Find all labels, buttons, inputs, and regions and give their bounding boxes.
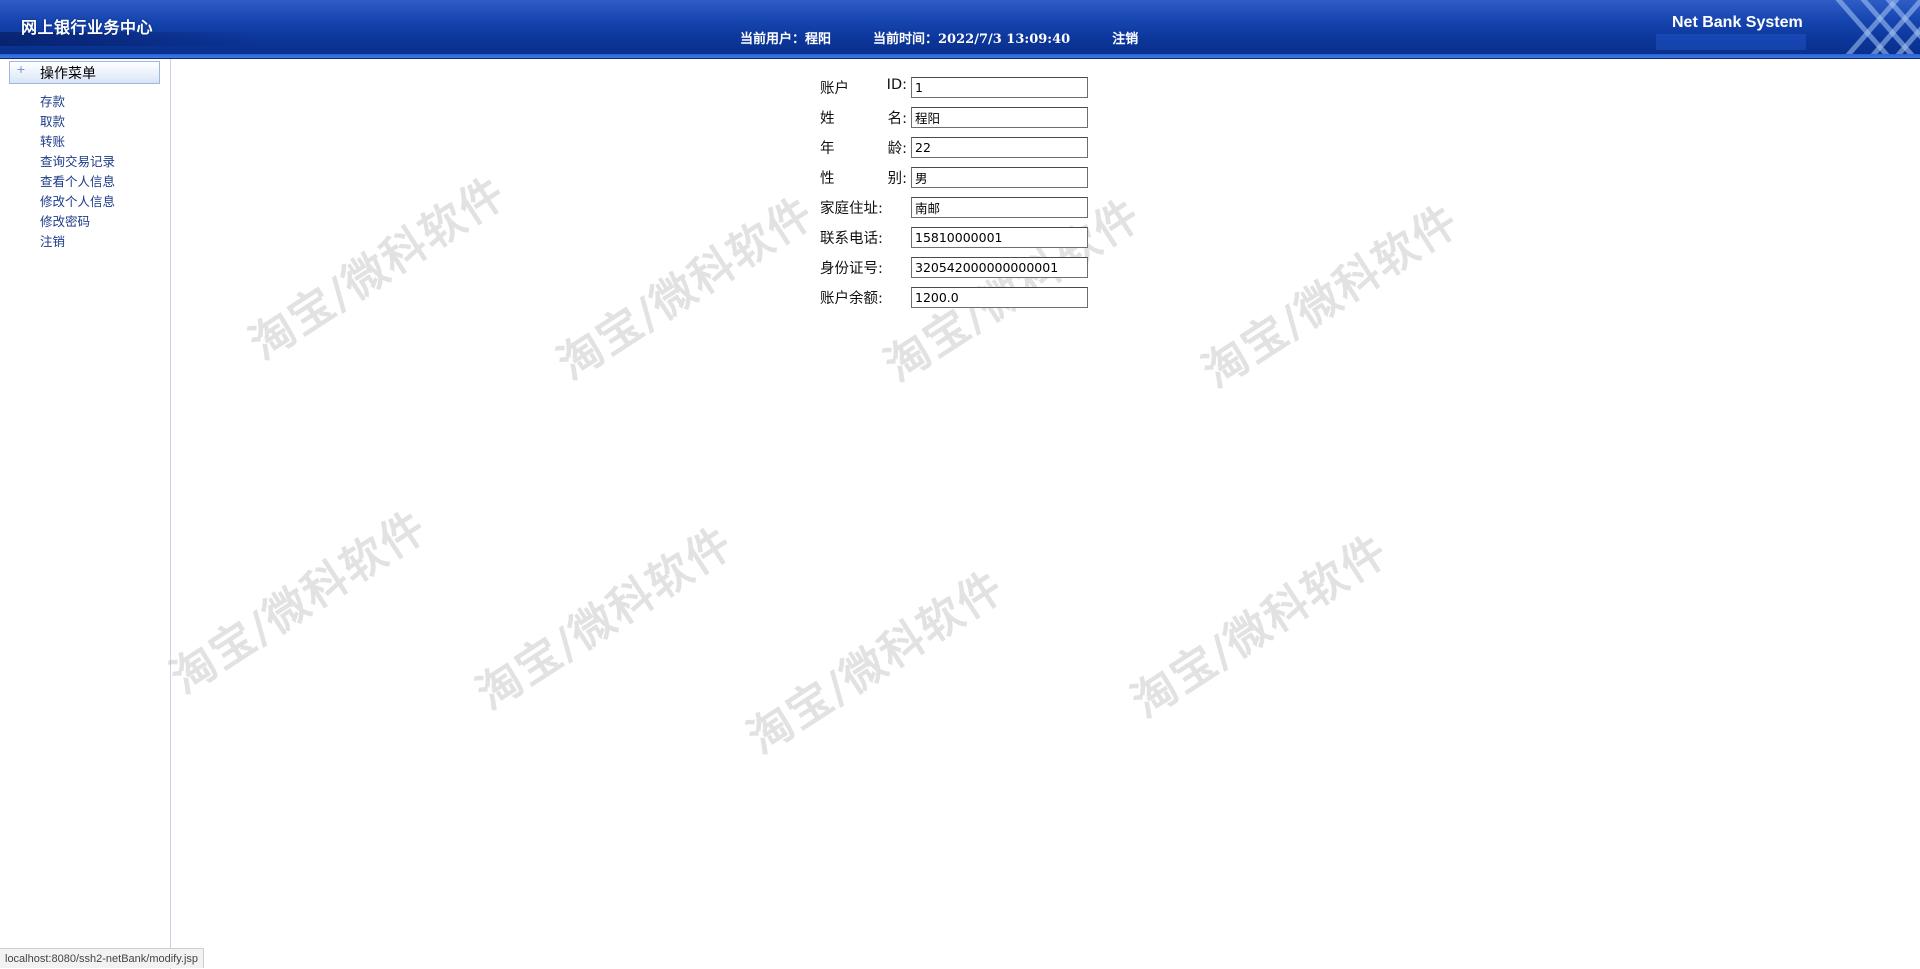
menu-item-logout[interactable]: 注销	[40, 232, 115, 252]
phone-input[interactable]	[911, 226, 1088, 248]
header-logout-link[interactable]: 注销	[1112, 28, 1138, 47]
user-status-bar: 当前用户：程阳 当前时间：2022/7/3 13:09:40 注销	[740, 28, 1138, 47]
form-row-address: 家庭住址:	[820, 192, 1088, 222]
account-id-input[interactable]	[911, 76, 1088, 98]
watermark: 淘宝/微科软件	[240, 167, 516, 370]
brand-name: Net Bank System	[1672, 14, 1803, 31]
sidebar: + 操作菜单 存款 取款 转账 查询交易记录 查看个人信息 修改个人信息 修改密…	[0, 59, 171, 969]
menu-item-transfer[interactable]: 转账	[40, 132, 115, 152]
watermark: 淘宝/微科软件	[1122, 525, 1398, 728]
field-label: 性 别:	[820, 170, 907, 187]
menu-header[interactable]: + 操作菜单	[9, 61, 160, 84]
watermark: 淘宝/微科软件	[738, 561, 1014, 764]
app-title: 网上银行业务中心	[21, 18, 154, 37]
id-number-input[interactable]	[911, 256, 1088, 278]
form-row-gender: 性 别:	[820, 162, 1088, 192]
plus-icon: +	[16, 63, 26, 76]
field-label: 账户 ID:	[820, 76, 907, 97]
menu-item-deposit[interactable]: 存款	[40, 92, 115, 112]
form-row-balance: 账户余额:	[820, 282, 1088, 312]
menu-item-withdraw[interactable]: 取款	[40, 112, 115, 132]
status-url-bar: localhost:8080/ssh2-netBank/modify.jsp	[0, 948, 205, 968]
watermark: 淘宝/微科软件	[1193, 195, 1469, 398]
field-label: 姓 名:	[820, 110, 907, 127]
corner-grid-decoration	[1835, 0, 1920, 58]
field-label: 联系电话:	[820, 230, 883, 247]
name-input[interactable]	[911, 106, 1088, 128]
menu-list: 存款 取款 转账 查询交易记录 查看个人信息 修改个人信息 修改密码 注销	[40, 92, 115, 252]
form-row-phone: 联系电话:	[820, 222, 1088, 252]
menu-item-transaction-history[interactable]: 查询交易记录	[40, 152, 115, 172]
field-label: 账户余额:	[820, 290, 883, 307]
field-label: 年 龄:	[820, 140, 907, 157]
current-user: 当前用户：程阳	[740, 32, 832, 47]
current-time: 当前时间：2022/7/3 13:09:40	[873, 32, 1071, 47]
balance-input[interactable]	[911, 286, 1088, 308]
address-input[interactable]	[911, 196, 1088, 218]
profile-form: 账户 ID: 姓 名: 年 龄: 性 别: 家庭住址: 联系电话:	[820, 72, 1088, 312]
field-label: 家庭住址:	[820, 200, 883, 217]
menu-item-edit-profile[interactable]: 修改个人信息	[40, 192, 115, 212]
menu-title: 操作菜单	[40, 65, 96, 82]
top-header: 网上银行业务中心 当前用户：程阳 当前时间：2022/7/3 13:09:40 …	[0, 0, 1920, 59]
age-input[interactable]	[911, 136, 1088, 158]
form-row-name: 姓 名:	[820, 102, 1088, 132]
watermark: 淘宝/微科软件	[467, 517, 743, 720]
menu-item-view-profile[interactable]: 查看个人信息	[40, 172, 115, 192]
menu-item-change-password[interactable]: 修改密码	[40, 212, 115, 232]
field-label: 身份证号:	[820, 260, 883, 277]
watermark: 淘宝/微科软件	[161, 501, 437, 704]
form-row-id-number: 身份证号:	[820, 252, 1088, 282]
form-row-account-id: 账户 ID:	[820, 72, 1088, 102]
brand-glow	[1656, 34, 1806, 50]
watermark: 淘宝/微科软件	[548, 187, 824, 390]
form-row-age: 年 龄:	[820, 132, 1088, 162]
gender-input[interactable]	[911, 166, 1088, 188]
